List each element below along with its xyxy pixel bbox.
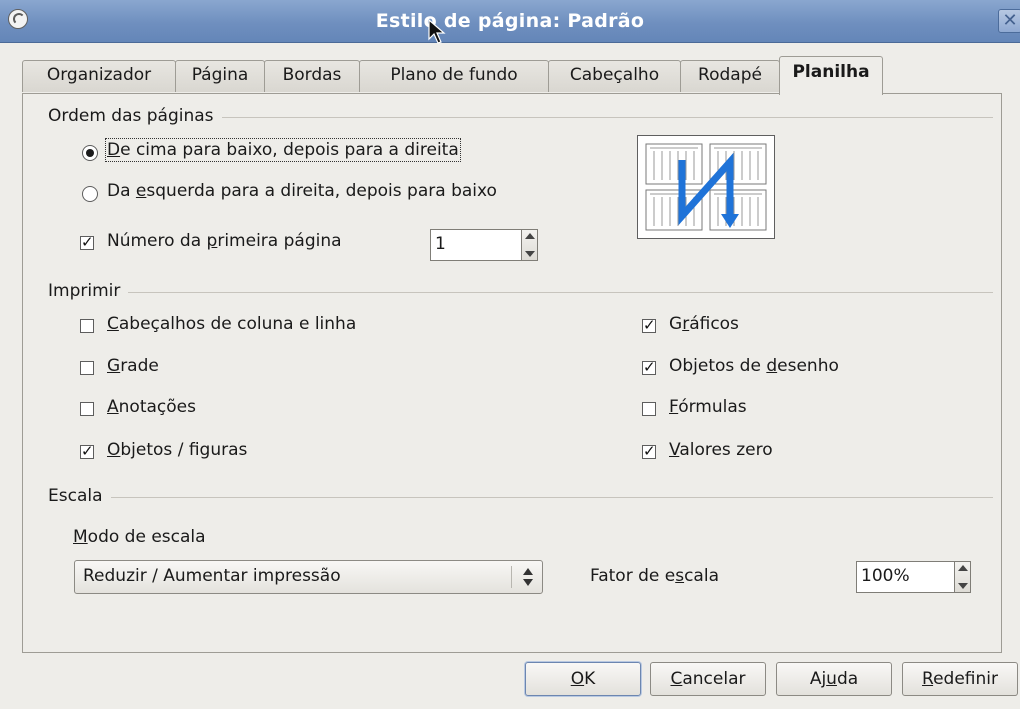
charts-label[interactable]: Gráficos [669,314,739,334]
zero-values-label[interactable]: Valores zero [669,440,773,460]
tab-plano-de-fundo[interactable]: Plano de fundo [359,60,549,92]
col-row-headers-checkbox[interactable] [80,319,94,333]
ok-button[interactable]: OK [525,662,641,696]
first-page-number-value[interactable]: 1 [435,234,446,254]
separator [48,497,993,498]
scale-factor-label: Fator de escala [590,566,719,586]
scale-factor-value[interactable]: 100% [861,566,910,586]
formulas-label[interactable]: Fórmulas [669,397,747,417]
spin-buttons[interactable] [954,561,971,593]
tab-cabecalho[interactable]: Cabeçalho [548,60,681,92]
first-page-number-spinner[interactable]: 1 [430,229,538,261]
tab-planilha[interactable]: Planilha [779,56,883,95]
page-order-preview [637,135,775,239]
grid-checkbox[interactable] [80,361,94,375]
reset-button[interactable]: Redefinir [902,662,1018,696]
title-bar: Estilo de página: Padrão ✕ [0,0,1020,43]
tab-pagina[interactable]: Página [175,60,265,92]
window-title: Estilo de página: Padrão [375,10,645,32]
objects-graphics-label[interactable]: Objetos / figuras [107,440,247,460]
print-heading: Imprimir [48,281,129,301]
scale-factor-spinner[interactable]: 100% [856,561,971,593]
select-arrows-icon [523,567,533,587]
charts-checkbox[interactable] [642,315,656,335]
page-order-heading: Ordem das páginas [48,106,222,126]
page-order-preview-icon [645,143,767,231]
separator [511,566,512,588]
col-row-headers-label[interactable]: Cabeçalhos de coluna e linha [107,314,356,334]
help-button[interactable]: Ajuda [776,662,892,696]
scale-heading: Escala [48,486,111,506]
radio-top-down-label[interactable]: De cima para baixo, depois para a direit… [105,138,461,162]
tab-bordas[interactable]: Bordas [264,60,360,92]
formulas-checkbox[interactable] [642,402,656,416]
scale-mode-label: Modo de escala [73,527,206,547]
first-page-number-checkbox[interactable] [80,232,94,252]
grid-label[interactable]: Grade [107,356,159,376]
radio-top-down[interactable] [82,145,98,161]
cancel-button[interactable]: Cancelar [650,662,766,696]
close-button[interactable]: ✕ [998,9,1020,33]
tab-organizador[interactable]: Organizador [22,60,176,92]
notes-checkbox[interactable] [80,402,94,416]
scale-mode-select[interactable]: Reduzir / Aumentar impressão [74,560,543,594]
zero-values-checkbox[interactable] [642,441,656,461]
spin-buttons[interactable] [521,229,538,261]
drawing-objects-label[interactable]: Objetos de desenho [669,356,839,376]
tab-rodape[interactable]: Rodapé [680,60,780,92]
drawing-objects-checkbox[interactable] [642,357,656,377]
mouse-cursor-icon [428,19,446,44]
scale-mode-value: Reduzir / Aumentar impressão [83,566,341,586]
notes-label[interactable]: Anotações [107,397,196,417]
radio-left-right[interactable] [82,186,98,202]
radio-left-right-label[interactable]: Da esquerda para a direita, depois para … [107,181,497,201]
objects-graphics-checkbox[interactable] [80,441,94,461]
separator [48,292,993,293]
first-page-number-label[interactable]: Número da primeira página [107,231,342,251]
